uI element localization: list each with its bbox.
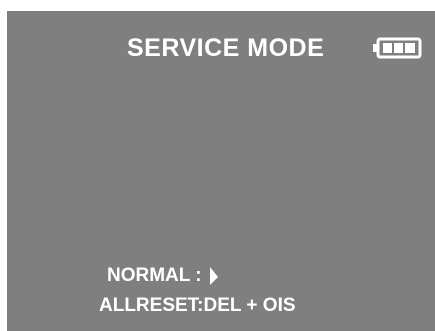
option-normal[interactable]: NORMAL : [107,265,219,287]
right-pointer-icon [209,267,218,285]
option-normal-label: NORMAL : [107,265,202,287]
battery-full-icon [373,37,422,59]
option-allreset[interactable]: ALLRESET:DEL + OIS [99,295,296,317]
screen-title: SERVICE MODE [127,34,325,62]
service-mode-screen: SERVICE MODE NORMAL : ALLRESET:DEL + OIS [7,11,435,331]
